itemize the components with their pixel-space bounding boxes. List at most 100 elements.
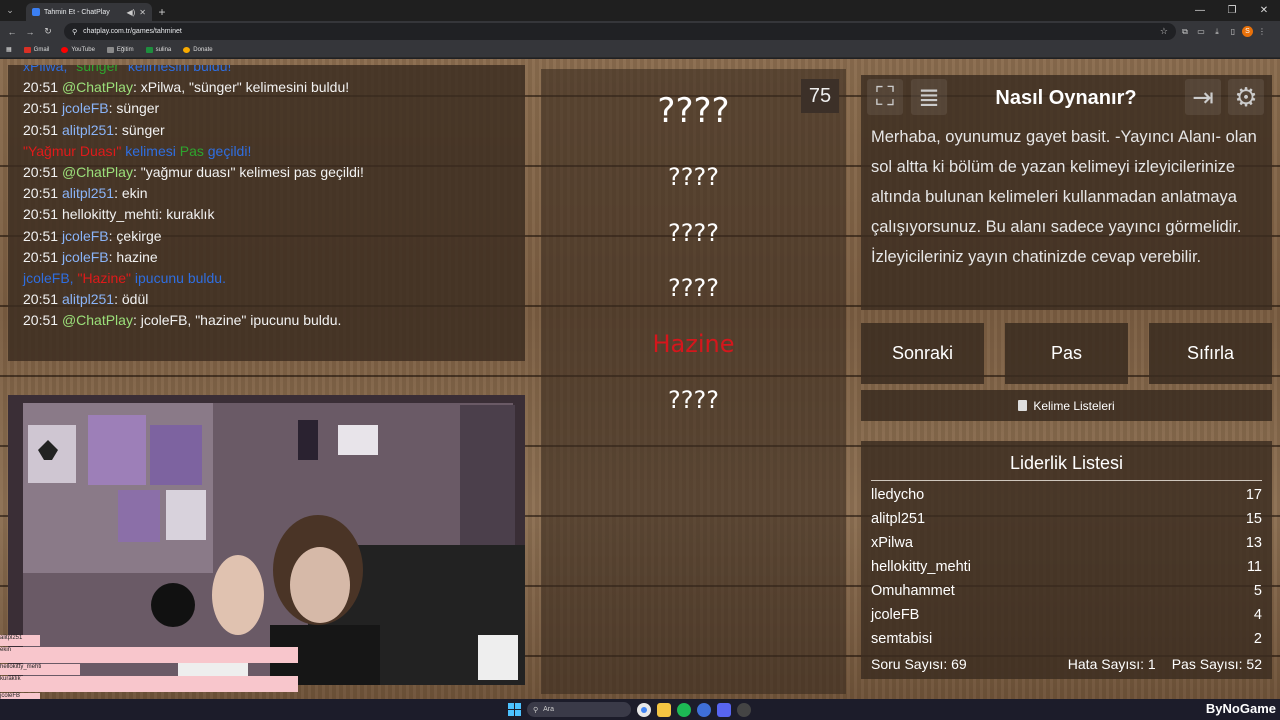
new-tab-button[interactable]: + — [152, 3, 172, 21]
chat-message: 20:51 @ChatPlay: "yağmur duası" kelimesi… — [23, 164, 364, 181]
chat-message: 20:51 @ChatPlay: xPilwa, "sünger" kelime… — [23, 79, 350, 96]
chat-partial-line: xPilwa, "sünger" kelimesini buldu! — [23, 65, 232, 74]
discord-icon[interactable] — [717, 702, 731, 717]
leaderboard-row: jcoleFB 4 — [871, 607, 1262, 623]
menu-icon[interactable]: ⋮ — [1255, 25, 1269, 39]
chat-message: 20:51 @ChatPlay: jcoleFB, "hazine" ipucu… — [23, 312, 342, 329]
browser-tab[interactable]: Tahmin Et - ChatPlay ◀) ✕ — [26, 3, 152, 21]
webcam-image — [8, 395, 525, 685]
how-to-play-text: Merhaba, oyunumuz gayet basit. -Yayıncı … — [871, 128, 1257, 266]
chat-message: 20:51 alitpl251: sünger — [23, 121, 165, 138]
fullscreen-icon[interactable]: ⛶ — [867, 79, 903, 115]
word-lists-label: Kelime Listeleri — [1033, 398, 1115, 413]
site-info-icon[interactable]: ⚲ — [72, 28, 77, 36]
reload-icon[interactable]: ↻ — [40, 24, 56, 40]
spotify-icon[interactable] — [677, 702, 691, 717]
settings-gear-icon[interactable]: ⚙ — [1228, 79, 1264, 115]
apps-icon[interactable]: ▦ — [6, 46, 12, 53]
url-text: chatplay.com.tr/games/tahminet — [83, 28, 182, 35]
tab-search-icon[interactable]: ⌄ — [0, 0, 20, 21]
pass-button[interactable]: Pas — [1005, 323, 1128, 384]
chat-system-message: "Yağmur Duası" kelimesi Pas geçildi! — [23, 142, 252, 159]
chat-panel[interactable]: xPilwa, "sünger" kelimesini buldu! 20:51… — [8, 65, 525, 361]
chat-system-message: jcoleFB, "Hazine" ipucunu buldu. — [23, 270, 226, 287]
hint-word: ???? — [668, 219, 719, 247]
close-tab-icon[interactable]: ✕ — [139, 8, 146, 17]
leaderboard-divider — [871, 480, 1262, 481]
overlay-chat-line: hellokitty_mehti — [0, 664, 80, 675]
downloads-icon[interactable]: ⤓ — [1210, 25, 1224, 39]
gmail-icon — [23, 46, 31, 53]
bookmark-gmail[interactable]: Gmail — [23, 46, 49, 53]
obs-icon[interactable] — [737, 702, 751, 717]
windows-taskbar: ⚲ Ara ByNoGame — [0, 699, 1280, 720]
leaderboard-row: lledycho 17 — [871, 487, 1262, 503]
chat-message: 20:51 jcoleFB: sünger — [23, 100, 160, 117]
leaderboard-row: xPilwa 13 — [871, 535, 1262, 551]
watermark: ByNoGame — [1205, 701, 1276, 716]
minimize-icon[interactable]: — — [1184, 0, 1216, 21]
hint-word: ???? — [668, 274, 719, 302]
profile-avatar[interactable]: S — [1242, 26, 1253, 37]
chat-message: 20:51 alitpl251: ekin — [23, 185, 148, 202]
file-explorer-icon[interactable] — [657, 702, 671, 717]
chat-message: xPilwa, "sünger" kelimesini buldu! — [23, 65, 525, 77]
reset-button[interactable]: Sıfırla — [1149, 323, 1272, 384]
hint-word: ???? — [668, 386, 719, 414]
app-icon[interactable] — [697, 702, 711, 717]
next-button[interactable]: Sonraki — [861, 323, 984, 384]
how-to-play-panel: ⛶ ≣ Nasıl Oynanır? ⇥ ⚙ Merhaba, oyunumuz… — [861, 75, 1272, 310]
overlay-chat-line: ekin — [0, 647, 298, 663]
webcam-feed — [8, 395, 525, 685]
notes-icon[interactable]: ≣ — [911, 79, 947, 115]
logout-icon[interactable]: ⇥ — [1185, 79, 1221, 115]
question-count: Soru Sayısı: 69 — [871, 656, 967, 672]
leaderboard-row: semtabisi 2 — [871, 631, 1262, 647]
list-icon — [1018, 400, 1028, 411]
leaderboard-row: Omuhammet 5 — [871, 583, 1262, 599]
side-panel-icon[interactable]: ▯ — [1226, 25, 1240, 39]
forward-icon[interactable]: → — [22, 24, 38, 40]
search-placeholder: Ara — [543, 706, 555, 713]
browser-tab-bar: ⌄ Tahmin Et - ChatPlay ◀) ✕ + — ❐ ✕ — [0, 0, 1280, 21]
tab-title: Tahmin Et - ChatPlay — [44, 8, 110, 16]
speaker-icon[interactable]: ◀) — [126, 8, 135, 17]
leaderboard-title: Liderlik Listesi — [1009, 453, 1124, 473]
overlay-chat-line: alitpl251 — [0, 635, 40, 646]
main-word: ???? — [657, 91, 730, 131]
windows-start-icon[interactable] — [508, 703, 521, 716]
game-stats: Soru Sayısı: 69 Hata Sayısı: 1 Pas Sayıs… — [871, 656, 1262, 672]
bookmarks-bar: ▦ Gmail YouTube Eğitim sulina Donate — [0, 42, 1280, 58]
chat-message: 20:51 jcoleFB: çekirge — [23, 227, 162, 244]
chat-message: 20:51 jcoleFB: hazine — [23, 248, 158, 265]
bookmark-star-icon[interactable]: ☆ — [1160, 26, 1168, 37]
donate-icon — [183, 46, 191, 53]
error-count: Hata Sayısı: 1 — [1067, 656, 1156, 672]
taskbar-search[interactable]: ⚲ Ara — [527, 702, 631, 717]
leaderboard-row: alitpl251 15 — [871, 511, 1262, 527]
pass-count: Pas Sayısı: 52 — [1171, 656, 1262, 672]
maximize-icon[interactable]: ❐ — [1216, 0, 1248, 21]
extensions-icon[interactable]: ⧉ — [1178, 25, 1192, 39]
bookmark-sulina[interactable]: sulina — [145, 46, 171, 53]
how-to-play-title: Nasıl Oynanır? — [995, 87, 1137, 109]
sulina-icon — [145, 46, 153, 53]
close-window-icon[interactable]: ✕ — [1248, 0, 1280, 21]
leaderboard-panel: Liderlik Listesi lledycho 17 alitpl251 15 … — [861, 441, 1272, 679]
word-lists-button[interactable]: Kelime Listeleri — [861, 390, 1272, 421]
browser-toolbar: ← → ↻ ⚲ chatplay.com.tr/games/tahminet ☆… — [0, 21, 1280, 42]
bookmark-egitim[interactable]: Eğitim — [106, 46, 134, 53]
chat-message: 20:51 hellokitty_mehti: kuraklık — [23, 206, 215, 223]
address-bar[interactable]: ⚲ chatplay.com.tr/games/tahminet ☆ — [64, 23, 1176, 40]
youtube-icon — [61, 46, 69, 53]
bookmark-donate[interactable]: Donate — [183, 46, 213, 53]
chrome-icon[interactable] — [637, 702, 651, 717]
chat-message: 20:51 alitpl251: ödül — [23, 291, 149, 308]
back-icon[interactable]: ← — [4, 24, 20, 40]
overlay-chat-line: kuraklık — [0, 676, 298, 692]
cast-icon[interactable]: ▭ — [1194, 25, 1208, 39]
game-page: xPilwa, "sünger" kelimesini buldu! 20:51… — [0, 59, 1280, 699]
bookmark-youtube[interactable]: YouTube — [61, 46, 95, 53]
search-icon: ⚲ — [533, 706, 539, 714]
leaderboard-row: hellokitty_mehti 11 — [871, 559, 1262, 575]
